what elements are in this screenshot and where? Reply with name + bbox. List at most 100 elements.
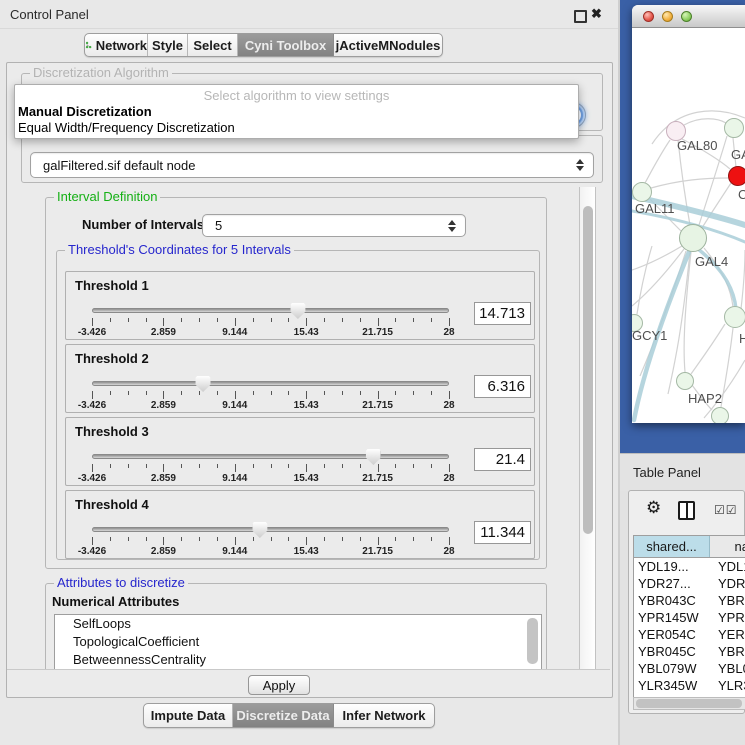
tab-cyni-toolbox[interactable]: Cyni Toolbox bbox=[238, 34, 334, 56]
network-node[interactable] bbox=[632, 182, 652, 202]
close-traffic-button[interactable] bbox=[643, 11, 654, 22]
slider-tick bbox=[217, 537, 218, 541]
float-window-icon[interactable] bbox=[574, 10, 587, 23]
threshold-4-value-field[interactable]: 11.344 bbox=[474, 521, 531, 544]
slider-tick bbox=[360, 318, 361, 322]
table-row[interactable]: YBL079WYBL0 bbox=[634, 660, 745, 677]
slider-tick bbox=[449, 537, 450, 545]
table-row[interactable]: YER054CYER0 bbox=[634, 626, 745, 643]
apply-button[interactable]: Apply bbox=[248, 675, 310, 695]
network-node[interactable] bbox=[679, 224, 707, 252]
numerical-attributes-label: Numerical Attributes bbox=[52, 594, 179, 609]
slider-tick bbox=[253, 391, 254, 395]
settings-vertical-scrollbar[interactable] bbox=[579, 187, 596, 669]
close-icon[interactable]: ✖ bbox=[591, 6, 602, 22]
network-node[interactable] bbox=[724, 118, 744, 138]
slider-ruler bbox=[92, 391, 449, 400]
slider-tick bbox=[360, 537, 361, 541]
slider-tick bbox=[110, 464, 111, 468]
threshold-1-slider[interactable] bbox=[92, 308, 449, 313]
tab-infer-network[interactable]: Infer Network bbox=[334, 704, 434, 727]
slider-thumb[interactable] bbox=[290, 303, 305, 319]
threshold-1-value-field[interactable]: 14.713 bbox=[474, 302, 531, 325]
threshold-2-label: Threshold 2 bbox=[75, 351, 149, 366]
zoom-traffic-button[interactable] bbox=[681, 11, 692, 22]
tab-discretize-data[interactable]: Discretize Data bbox=[233, 704, 334, 727]
discretization-algorithm-group-title: Discretization Algorithm bbox=[30, 66, 172, 80]
slider-scale: -3.4262.8599.14415.4321.71528 bbox=[92, 473, 449, 485]
list-item[interactable]: SelfLoops bbox=[55, 615, 541, 633]
table-row[interactable]: YDR27...YDR2 bbox=[634, 575, 745, 592]
network-node[interactable] bbox=[711, 407, 729, 423]
list-item[interactable]: TopologicalCoefficient bbox=[55, 633, 541, 651]
divider bbox=[7, 669, 610, 670]
table-row[interactable]: YPR145WYPR1 bbox=[634, 609, 745, 626]
slider-scale-label: -3.426 bbox=[78, 327, 106, 338]
slider-tick bbox=[199, 537, 200, 541]
slider-tick bbox=[92, 464, 93, 472]
network-canvas[interactable]: GAL80GACGAL11GAL4GCY1HHAP2 bbox=[632, 28, 745, 423]
number-of-intervals-combobox[interactable]: 5 bbox=[202, 214, 466, 237]
tab-network[interactable]: Network bbox=[85, 34, 148, 56]
threshold-3-value-field[interactable]: 21.4 bbox=[474, 448, 531, 471]
column-header-shared-name[interactable]: shared... bbox=[634, 536, 710, 557]
threshold-3-slider[interactable] bbox=[92, 454, 449, 459]
tab-style[interactable]: Style bbox=[148, 34, 188, 56]
window-title: Control Panel bbox=[10, 7, 89, 22]
network-node-label: H bbox=[739, 331, 745, 346]
threshold-2-value-field[interactable]: 6.316 bbox=[474, 375, 531, 398]
slider-tick bbox=[235, 537, 236, 545]
tab-jactivemnodules[interactable]: jActiveMNodules bbox=[334, 34, 442, 56]
table-data-combobox[interactable]: galFiltered.sif default node bbox=[30, 152, 594, 178]
slider-tick bbox=[235, 391, 236, 399]
combo-stepper-icon[interactable] bbox=[576, 159, 584, 171]
slider-tick bbox=[146, 318, 147, 322]
slider-tick bbox=[92, 391, 93, 399]
threshold-2-slider[interactable] bbox=[92, 381, 449, 386]
slider-tick bbox=[271, 391, 272, 395]
network-node[interactable] bbox=[676, 372, 694, 390]
slider-scale-label: -3.426 bbox=[78, 473, 106, 484]
minimize-traffic-button[interactable] bbox=[662, 11, 673, 22]
scrollbar-thumb[interactable] bbox=[636, 699, 742, 708]
threshold-4-slider[interactable] bbox=[92, 527, 449, 532]
table-row[interactable]: YLR345WYLR3 bbox=[634, 677, 745, 694]
table-horizontal-scrollbar[interactable] bbox=[633, 697, 745, 710]
network-node[interactable] bbox=[728, 166, 745, 186]
slider-thumb[interactable] bbox=[366, 449, 381, 465]
slider-scale-label: 9.144 bbox=[222, 473, 247, 484]
threshold-4-panel: Threshold 4 -3.4262.8599.14415.4321.7152… bbox=[65, 490, 535, 559]
slider-tick bbox=[146, 464, 147, 468]
slider-tick bbox=[449, 464, 450, 472]
list-item[interactable]: BetweennessCentrality bbox=[55, 651, 541, 669]
tab-impute-data[interactable]: Impute Data bbox=[144, 704, 233, 727]
network-node[interactable] bbox=[724, 306, 745, 328]
slider-thumb[interactable] bbox=[196, 376, 211, 392]
table-row[interactable]: YBR045CYBR0 bbox=[634, 643, 745, 660]
slider-scale-label: 2.859 bbox=[151, 327, 176, 338]
list-scrollbar[interactable] bbox=[527, 618, 538, 664]
network-window-titlebar[interactable] bbox=[632, 5, 745, 28]
slider-thumb[interactable] bbox=[252, 522, 267, 538]
slider-scale-label: -3.426 bbox=[78, 546, 106, 557]
algorithm-option-equal-width[interactable]: Equal Width/Frequency Discretization bbox=[18, 120, 575, 135]
table-row[interactable]: YBR043CYBR0 bbox=[634, 592, 745, 609]
column-header-name[interactable]: na bbox=[710, 536, 745, 557]
threshold-1-label: Threshold 1 bbox=[75, 278, 149, 293]
split-table-icon[interactable] bbox=[678, 501, 695, 520]
tab-network-label: Network bbox=[96, 38, 147, 53]
algorithm-option-manual[interactable]: Manual Discretization bbox=[18, 104, 575, 119]
tab-select[interactable]: Select bbox=[188, 34, 238, 56]
combo-stepper-icon[interactable] bbox=[448, 220, 456, 232]
slider-tick bbox=[306, 537, 307, 545]
slider-scale-label: 9.144 bbox=[222, 400, 247, 411]
slider-scale-label: 9.144 bbox=[222, 546, 247, 557]
numerical-attributes-list[interactable]: SelfLoops TopologicalCoefficient Between… bbox=[54, 614, 542, 669]
table-row[interactable]: YDL19...YDL1 bbox=[634, 558, 745, 575]
slider-scale-label: 21.715 bbox=[362, 546, 393, 557]
gear-icon[interactable]: ⚙ bbox=[646, 499, 661, 518]
select-columns-icon[interactable]: ☑☑ bbox=[714, 503, 738, 517]
slider-tick bbox=[342, 464, 343, 468]
slider-tick bbox=[306, 464, 307, 472]
scrollbar-thumb[interactable] bbox=[583, 206, 593, 534]
